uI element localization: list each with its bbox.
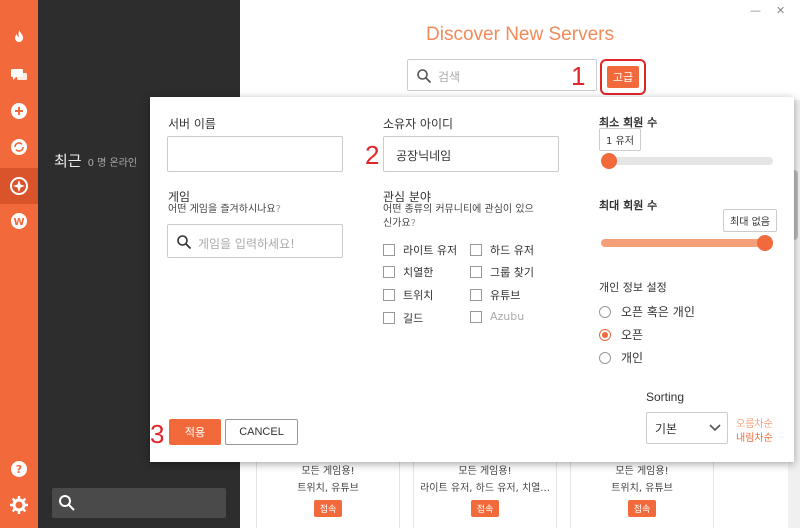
- chevron-down-icon: [709, 424, 721, 432]
- close-icon[interactable]: ✕: [776, 4, 785, 17]
- svg-text:?: ?: [16, 463, 22, 476]
- checkbox[interactable]: [470, 266, 482, 278]
- recent-heading: 최근 0 명 온라인: [54, 152, 138, 170]
- server-name-input[interactable]: [167, 136, 343, 172]
- join-button[interactable]: 접속: [470, 500, 500, 517]
- min-members-slider[interactable]: [601, 153, 773, 169]
- join-button[interactable]: 접속: [627, 500, 657, 517]
- interest-checkbox-azubu[interactable]: Azubu: [470, 310, 524, 323]
- search-icon: [417, 69, 432, 84]
- compass-icon[interactable]: [7, 174, 31, 198]
- checkbox[interactable]: [470, 310, 482, 323]
- sort-ascending[interactable]: 오름차순: [736, 415, 773, 430]
- max-members-label: 최대 회원 수: [599, 199, 658, 212]
- privacy-private[interactable]: 개인: [599, 349, 643, 366]
- sort-descending[interactable]: 내림차순: [736, 429, 773, 444]
- annotation-1: 1: [571, 61, 586, 91]
- radio-button[interactable]: [599, 328, 611, 341]
- game-input[interactable]: 게임을 입력하세요!: [167, 224, 343, 258]
- owner-id-label: 소유자 아이디: [383, 117, 454, 131]
- annotation-2: 2: [365, 140, 380, 170]
- chat-icon[interactable]: [7, 63, 31, 87]
- checkbox[interactable]: [383, 312, 395, 324]
- svg-text:W: W: [13, 217, 24, 228]
- cancel-button[interactable]: CANCEL: [225, 419, 298, 445]
- privacy-label: 개인 정보 설정: [599, 281, 667, 294]
- privacy-open-or-private[interactable]: 오픈 혹은 개인: [599, 303, 695, 320]
- checkbox[interactable]: [470, 289, 482, 301]
- privacy-open[interactable]: 오픈: [599, 326, 643, 343]
- sidebar-search-input[interactable]: [52, 488, 226, 518]
- server-search-input[interactable]: 검색: [407, 59, 597, 91]
- game-question: 어떤 게임을 즐겨하시나요?: [168, 204, 281, 215]
- interest-checkbox-hardcore[interactable]: 하드 유저: [470, 242, 534, 258]
- left-rail: W ?: [0, 0, 38, 528]
- radio-button[interactable]: [599, 351, 611, 364]
- max-members-value: 최대 없음: [723, 209, 777, 232]
- advanced-button[interactable]: 고급: [600, 59, 646, 95]
- sorting-label: Sorting: [646, 390, 685, 404]
- sorting-select[interactable]: 기본: [646, 412, 728, 444]
- help-icon[interactable]: ?: [7, 457, 31, 481]
- interest-checkbox-guild[interactable]: 길드: [383, 310, 423, 326]
- checkbox[interactable]: [383, 289, 395, 301]
- game-placeholder: 게임을 입력하세요!: [198, 237, 295, 251]
- sync-icon[interactable]: [7, 135, 31, 159]
- radio-button[interactable]: [599, 305, 611, 318]
- plus-circle-icon[interactable]: [7, 99, 31, 123]
- interest-checkbox-light[interactable]: 라이트 유저: [383, 242, 457, 258]
- slider-fill: [601, 239, 765, 247]
- max-members-slider[interactable]: [601, 235, 773, 251]
- minimize-icon[interactable]: —: [750, 4, 761, 17]
- interest-checkbox-twitch[interactable]: 트위치: [383, 287, 433, 303]
- server-name-label: 서버 이름: [168, 117, 216, 131]
- advanced-search-modal: 서버 이름 게임 어떤 게임을 즐겨하시나요? 게임을 입력하세요! 소유자 아…: [150, 97, 794, 462]
- interest-checkbox-lfg[interactable]: 그룹 찾기: [470, 264, 534, 280]
- apply-button[interactable]: 적용: [169, 419, 221, 445]
- min-members-value: 1 유저: [599, 128, 641, 151]
- interest-checkbox-youtube[interactable]: 유튜브: [470, 287, 520, 303]
- page-title: Discover New Servers: [426, 24, 614, 45]
- checkbox[interactable]: [383, 266, 395, 278]
- checkbox[interactable]: [470, 244, 482, 256]
- annotation-3: 3: [150, 419, 165, 449]
- w-badge-icon[interactable]: W: [7, 209, 31, 233]
- advanced-label: 고급: [606, 66, 640, 88]
- online-count: 0 명 온라인: [87, 158, 138, 169]
- search-icon: [59, 495, 75, 511]
- flame-icon[interactable]: [7, 26, 31, 50]
- search-placeholder: 검색: [438, 70, 461, 84]
- search-icon: [177, 235, 192, 250]
- gear-icon[interactable]: [7, 493, 31, 517]
- join-button[interactable]: 접속: [313, 500, 343, 517]
- interest-question: 어떤 종류의 커뮤니티에 관심이 있으 신가요?: [383, 204, 534, 229]
- checkbox[interactable]: [383, 244, 395, 256]
- slider-handle[interactable]: [601, 153, 617, 169]
- owner-id-input[interactable]: 공장닉네임: [383, 136, 559, 172]
- slider-handle[interactable]: [757, 235, 773, 251]
- interest-checkbox-competitive[interactable]: 치열한: [383, 264, 433, 280]
